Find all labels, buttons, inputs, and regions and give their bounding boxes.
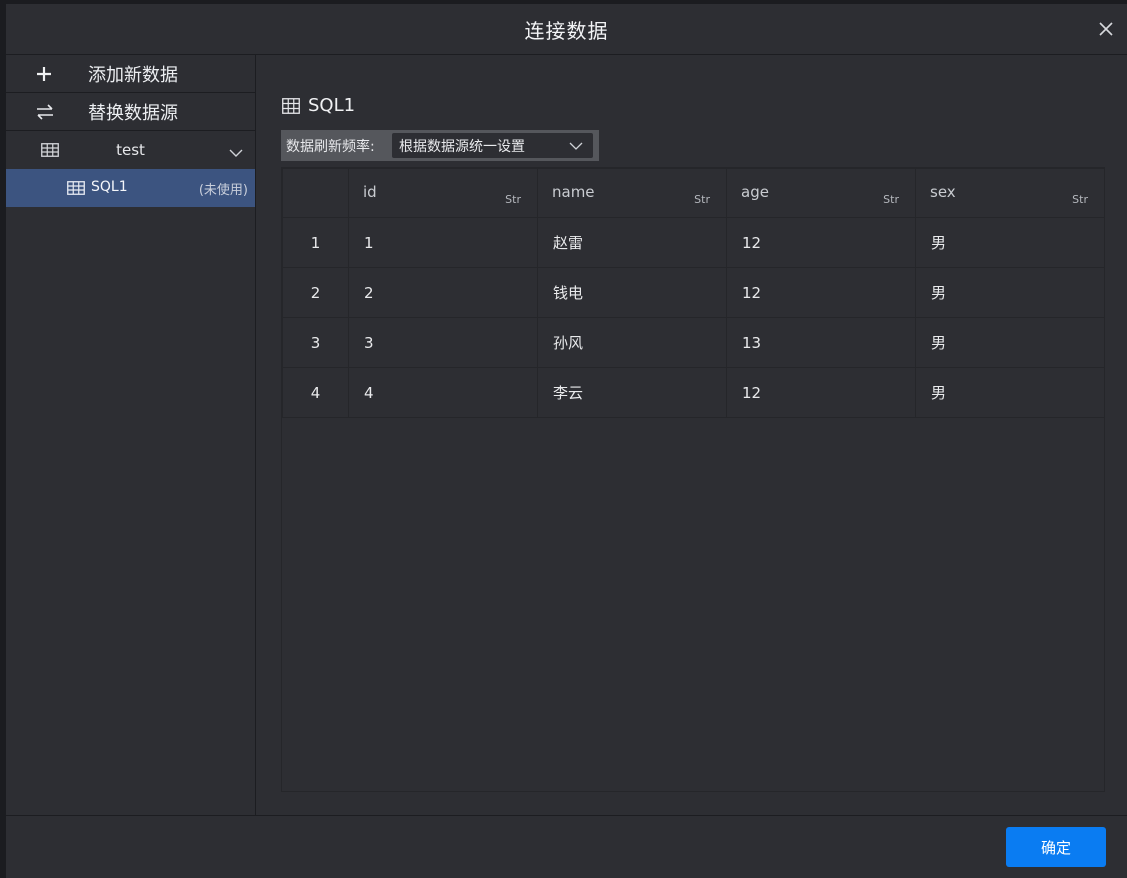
index-header [282, 168, 349, 218]
refresh-frequency-value: 根据数据源统一设置 [399, 138, 525, 155]
table-cell: 13 [726, 317, 916, 368]
table-row: 3 3 孙风 13 男 [282, 317, 1105, 368]
column-name: sex [930, 183, 956, 201]
type-badge: Str [883, 193, 899, 206]
close-icon[interactable] [1095, 18, 1117, 40]
column-name: age [741, 183, 769, 201]
chevron-down-icon[interactable] [229, 144, 243, 162]
type-badge: Str [694, 193, 710, 206]
table-cell: 男 [915, 367, 1105, 418]
column-header[interactable]: sex Str [915, 168, 1105, 218]
datasource-group-test[interactable]: test [6, 131, 255, 169]
table-cell: 男 [915, 217, 1105, 268]
table-header-row: id Str name Str age Str sex Str [282, 168, 1105, 218]
type-badge: Str [1072, 193, 1088, 206]
row-index: 2 [282, 267, 349, 318]
row-index: 3 [282, 317, 349, 368]
swap-icon [36, 103, 72, 120]
column-header[interactable]: id Str [348, 168, 538, 218]
data-preview-table: id Str name Str age Str sex Str 1 1 赵雷 1… [281, 167, 1105, 792]
row-index: 4 [282, 367, 349, 418]
table-cell: 2 [348, 267, 538, 318]
column-name: name [552, 183, 595, 201]
main-panel: SQL1 数据刷新频率: 根据数据源统一设置 id Str name Str a… [256, 55, 1127, 816]
refresh-frequency-select[interactable]: 根据数据源统一设置 [392, 133, 593, 158]
table-cell: 1 [348, 217, 538, 268]
table-cell: 12 [726, 267, 916, 318]
table-cell: 男 [915, 317, 1105, 368]
column-name: id [363, 183, 377, 201]
dataset-item-name: SQL1 [91, 179, 128, 195]
plus-icon [36, 66, 72, 82]
datasource-group-name: test [116, 141, 145, 159]
table-cell: 钱电 [537, 267, 727, 318]
table-cell: 男 [915, 267, 1105, 318]
row-index: 1 [282, 217, 349, 268]
table-row: 4 4 李云 12 男 [282, 367, 1105, 418]
refresh-frequency-row: 数据刷新频率: 根据数据源统一设置 [281, 130, 599, 161]
sidebar: 添加新数据 替换数据源 test SQL1 (未使用) [6, 55, 256, 816]
table-cell: 赵雷 [537, 217, 727, 268]
refresh-frequency-label: 数据刷新频率: [286, 138, 375, 155]
add-new-data-button[interactable]: 添加新数据 [6, 55, 255, 93]
replace-datasource-button[interactable]: 替换数据源 [6, 93, 255, 131]
dialog-titlebar: 连接数据 [6, 4, 1127, 55]
column-header[interactable]: name Str [537, 168, 727, 218]
table-cell: 孙风 [537, 317, 727, 368]
table-cell: 12 [726, 367, 916, 418]
table-icon [67, 181, 85, 199]
dataset-title: SQL1 [282, 95, 355, 116]
dataset-item-sql1[interactable]: SQL1 (未使用) [6, 169, 255, 207]
table-cell: 3 [348, 317, 538, 368]
replace-datasource-label: 替换数据源 [88, 102, 178, 124]
dataset-item-status: (未使用) [198, 183, 248, 198]
confirm-button[interactable]: 确定 [1006, 827, 1106, 867]
chevron-down-icon [569, 139, 583, 155]
column-header[interactable]: age Str [726, 168, 916, 218]
table-cell: 李云 [537, 367, 727, 418]
table-row: 1 1 赵雷 12 男 [282, 217, 1105, 268]
table-cell: 12 [726, 217, 916, 268]
dataset-title-text: SQL1 [308, 95, 356, 116]
table-row: 2 2 钱电 12 男 [282, 267, 1105, 318]
dialog-title: 连接数据 [524, 18, 609, 43]
table-cell: 4 [348, 367, 538, 418]
table-icon [282, 97, 300, 114]
dialog-footer: 确定 [6, 815, 1127, 878]
add-new-data-label: 添加新数据 [88, 64, 178, 86]
connect-data-dialog: 连接数据 添加新数据 替换数据源 test SQL1 (未使用) SQL1 数据… [6, 4, 1127, 878]
type-badge: Str [505, 193, 521, 206]
